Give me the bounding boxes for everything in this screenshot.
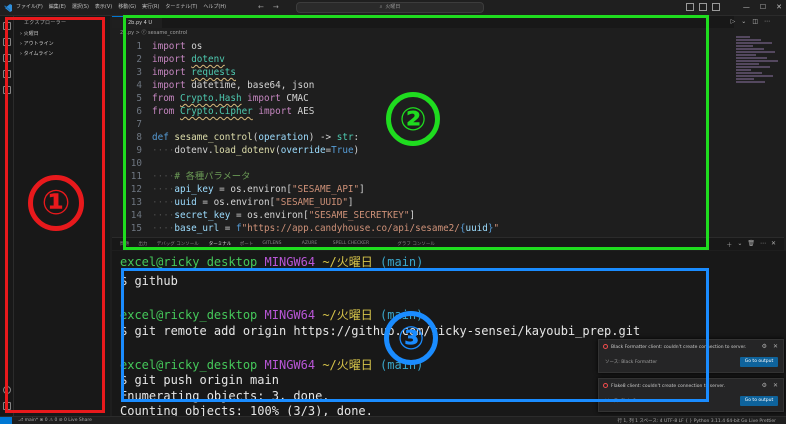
menu-help[interactable]: ヘルプ(H) — [203, 3, 226, 10]
nav-arrows: ← → — [258, 3, 279, 11]
go-to-output-button[interactable]: Go to output — [740, 396, 778, 406]
split-editor-icon[interactable]: ◫ — [752, 18, 758, 25]
minimap-line — [736, 51, 775, 53]
maximize-button[interactable]: ☐ — [760, 2, 766, 12]
remote-indicator-icon[interactable] — [0, 417, 12, 424]
menu-bar: ファイル(F) 編集(E) 選択(S) 表示(V) 移動(G) 実行(R) ター… — [16, 3, 226, 10]
toggle-panel-icon[interactable] — [699, 3, 707, 11]
annotation-number-3: ③ — [384, 311, 438, 365]
layout-controls — [686, 3, 720, 11]
panel-more-icon[interactable]: ⋯ — [760, 240, 766, 249]
minimap[interactable] — [736, 36, 784, 88]
window-controls: — ☐ ✕ — [743, 2, 782, 12]
prompt-host: MINGW64 — [264, 255, 316, 269]
menu-terminal[interactable]: ターミナル(T) — [165, 3, 197, 10]
annotation-number-1: ① — [28, 175, 84, 231]
run-icon[interactable]: ▷ — [731, 18, 736, 25]
minimap-line — [736, 60, 778, 62]
title-bar: ファイル(F) 編集(E) 選択(S) 表示(V) 移動(G) 実行(R) ター… — [0, 0, 786, 16]
forward-arrow-icon[interactable]: → — [273, 3, 279, 11]
status-right[interactable]: 行 1, 列 1 スペース: 4 UTF-8 LF { } Python 3.1… — [617, 418, 776, 424]
status-left[interactable]: ⎇ main* ⊗ 0 ⚠ 0 ⊘ 0 Live Share — [18, 418, 92, 423]
menu-file[interactable]: ファイル(F) — [16, 3, 43, 10]
more-actions-icon[interactable]: ⋯ — [764, 18, 770, 25]
menu-go[interactable]: 移動(G) — [118, 3, 136, 10]
editor-actions: ▷ ⌄ ◫ ⋯ — [731, 18, 770, 25]
minimap-line — [736, 66, 770, 68]
kill-terminal-icon[interactable]: 🗑 — [747, 240, 755, 249]
minimap-line — [736, 63, 759, 65]
notification-gear-icon[interactable]: ⚙ — [762, 343, 767, 350]
prompt-user: excel@ricky_desktop — [120, 255, 258, 269]
menu-edit[interactable]: 編集(E) — [49, 3, 66, 10]
minimap-line — [736, 72, 762, 74]
minimap-line — [736, 45, 753, 47]
annotation-number-2: ② — [386, 92, 440, 146]
prompt-branch: (main) — [380, 255, 424, 269]
terminal-prompt: excel@ricky_desktop MINGW64 ~/火曜日 (main) — [120, 255, 423, 269]
minimap-line — [736, 69, 751, 71]
toggle-secondary-sidebar-icon[interactable] — [712, 3, 720, 11]
minimap-line — [736, 42, 772, 44]
minimap-line — [736, 75, 773, 77]
close-panel-icon[interactable]: ✕ — [771, 240, 776, 249]
terminal-dropdown-icon[interactable]: ⌄ — [737, 240, 742, 249]
vscode-logo-icon — [4, 4, 12, 12]
close-button[interactable]: ✕ — [776, 2, 782, 12]
minimap-line — [736, 48, 764, 50]
command-center-search[interactable]: ⌕ 火曜日 — [296, 2, 484, 13]
menu-view[interactable]: 表示(V) — [95, 3, 112, 10]
minimap-line — [736, 36, 750, 38]
search-label: 火曜日 — [385, 4, 401, 10]
go-to-output-button[interactable]: Go to output — [740, 357, 778, 367]
notification-close-icon[interactable]: ✕ — [773, 382, 778, 389]
prompt-path: ~/火曜日 — [322, 255, 373, 269]
new-terminal-icon[interactable]: ＋ — [726, 240, 732, 249]
back-arrow-icon[interactable]: ← — [258, 3, 264, 11]
toggle-sidebar-icon[interactable] — [686, 3, 694, 11]
minimap-line — [736, 81, 765, 83]
status-bar: ⎇ main* ⊗ 0 ⚠ 0 ⊘ 0 Live Share 行 1, 列 1 … — [0, 416, 786, 424]
minimap-line — [736, 78, 754, 80]
search-icon: ⌕ — [379, 4, 383, 10]
minimap-line — [736, 57, 767, 59]
notification-gear-icon[interactable]: ⚙ — [762, 382, 767, 389]
run-dropdown-icon[interactable]: ⌄ — [741, 18, 746, 25]
minimap-line — [736, 39, 761, 41]
menu-run[interactable]: 実行(R) — [142, 3, 159, 10]
panel-tools: ＋ ⌄ 🗑 ⋯ ✕ — [726, 240, 776, 249]
minimap-line — [736, 54, 756, 56]
menu-selection[interactable]: 選択(S) — [72, 3, 89, 10]
minimize-button[interactable]: — — [743, 2, 750, 12]
notification-close-icon[interactable]: ✕ — [773, 343, 778, 350]
